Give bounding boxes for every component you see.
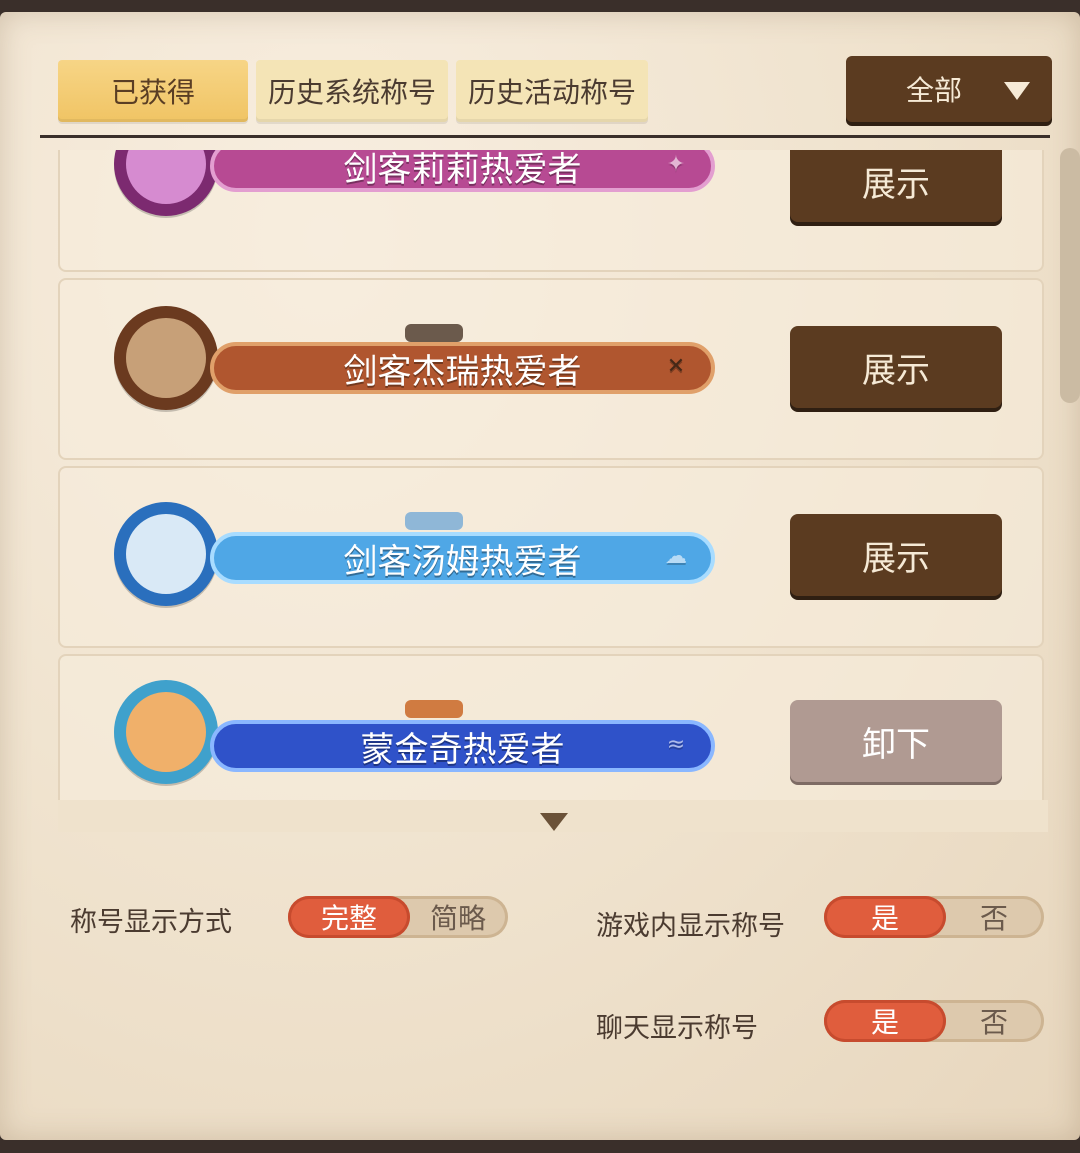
crest-icon (405, 700, 463, 718)
title-bar: 剑客莉莉热爱者 ✦ (210, 150, 715, 192)
filter-label: 全部 (906, 74, 963, 107)
chat-label: 聊天显示称号 (596, 1013, 758, 1044)
toggle-off[interactable]: 简略 (408, 896, 508, 938)
toggle-off[interactable]: 否 (944, 1000, 1044, 1042)
filter-dropdown[interactable]: 全部 (846, 56, 1052, 122)
crest-icon (405, 512, 463, 530)
title-bar: 剑客杰瑞热爱者 ✕ (210, 342, 715, 394)
in-game-toggle[interactable]: 是 否 (824, 896, 1044, 938)
tab-history-system[interactable]: 历史系统称号 (256, 60, 448, 122)
title-name: 剑客莉莉热爱者 (343, 150, 582, 190)
show-button[interactable]: 展示 (790, 514, 1002, 596)
toggle-on[interactable]: 完整 (288, 896, 410, 938)
show-button[interactable]: 展示 (790, 150, 1002, 222)
title-name: 剑客汤姆热爱者 (343, 541, 582, 582)
title-row: 剑客汤姆热爱者 ☁ 展示 (58, 466, 1044, 648)
title-row: 剑客莉莉热爱者 ✦ 展示 (58, 150, 1044, 272)
toggle-on[interactable]: 是 (824, 1000, 946, 1042)
wave-icon: ≈ (666, 732, 686, 757)
sword-lily-icon (114, 150, 218, 216)
triangle-down-icon[interactable] (540, 813, 568, 831)
leaf-icon: ✦ (666, 152, 686, 177)
display-mode-label: 称号显示方式 (70, 907, 232, 938)
toggle-off[interactable]: 否 (944, 896, 1044, 938)
title-name: 蒙金奇热爱者 (360, 729, 565, 770)
cloud-icon: ☁ (665, 544, 687, 569)
action-label: 卸下 (862, 724, 930, 765)
chat-toggle[interactable]: 是 否 (824, 1000, 1044, 1042)
show-button[interactable]: 展示 (790, 326, 1002, 408)
crossed-swords-icon: ✕ (666, 354, 686, 379)
action-label: 展示 (862, 538, 930, 579)
action-label: 展示 (862, 164, 930, 205)
triangle-down-icon (1004, 82, 1030, 100)
tab-history-event[interactable]: 历史活动称号 (456, 60, 648, 122)
title-bar: 蒙金奇热爱者 ≈ (210, 720, 715, 772)
title-row: 剑客杰瑞热爱者 ✕ 展示 (58, 278, 1044, 460)
title-bar: 剑客汤姆热爱者 ☁ (210, 532, 715, 584)
treasure-icon (114, 680, 218, 784)
action-label: 展示 (862, 350, 930, 391)
title-row: 蒙金奇热爱者 ≈ 卸下 (58, 654, 1044, 800)
toggle-on[interactable]: 是 (824, 896, 946, 938)
display-mode-toggle[interactable]: 完整 简略 (288, 896, 508, 938)
title-name: 剑客杰瑞热爱者 (343, 351, 582, 392)
scrollbar[interactable] (1060, 148, 1080, 403)
sword-jerry-icon (114, 306, 218, 410)
in-game-label: 游戏内显示称号 (596, 911, 785, 942)
title-list[interactable]: 剑客莉莉热爱者 ✦ 展示 剑客杰瑞热爱者 ✕ 展示 剑客汤姆热爱者 ☁ 展示 蒙… (58, 150, 1048, 800)
tab-bar: 已获得 历史系统称号 历史活动称号 (58, 60, 648, 124)
crest-icon (405, 324, 463, 342)
hat-tom-icon (114, 502, 218, 606)
divider (40, 135, 1050, 138)
unequip-button[interactable]: 卸下 (790, 700, 1002, 782)
tab-obtained[interactable]: 已获得 (58, 60, 248, 122)
